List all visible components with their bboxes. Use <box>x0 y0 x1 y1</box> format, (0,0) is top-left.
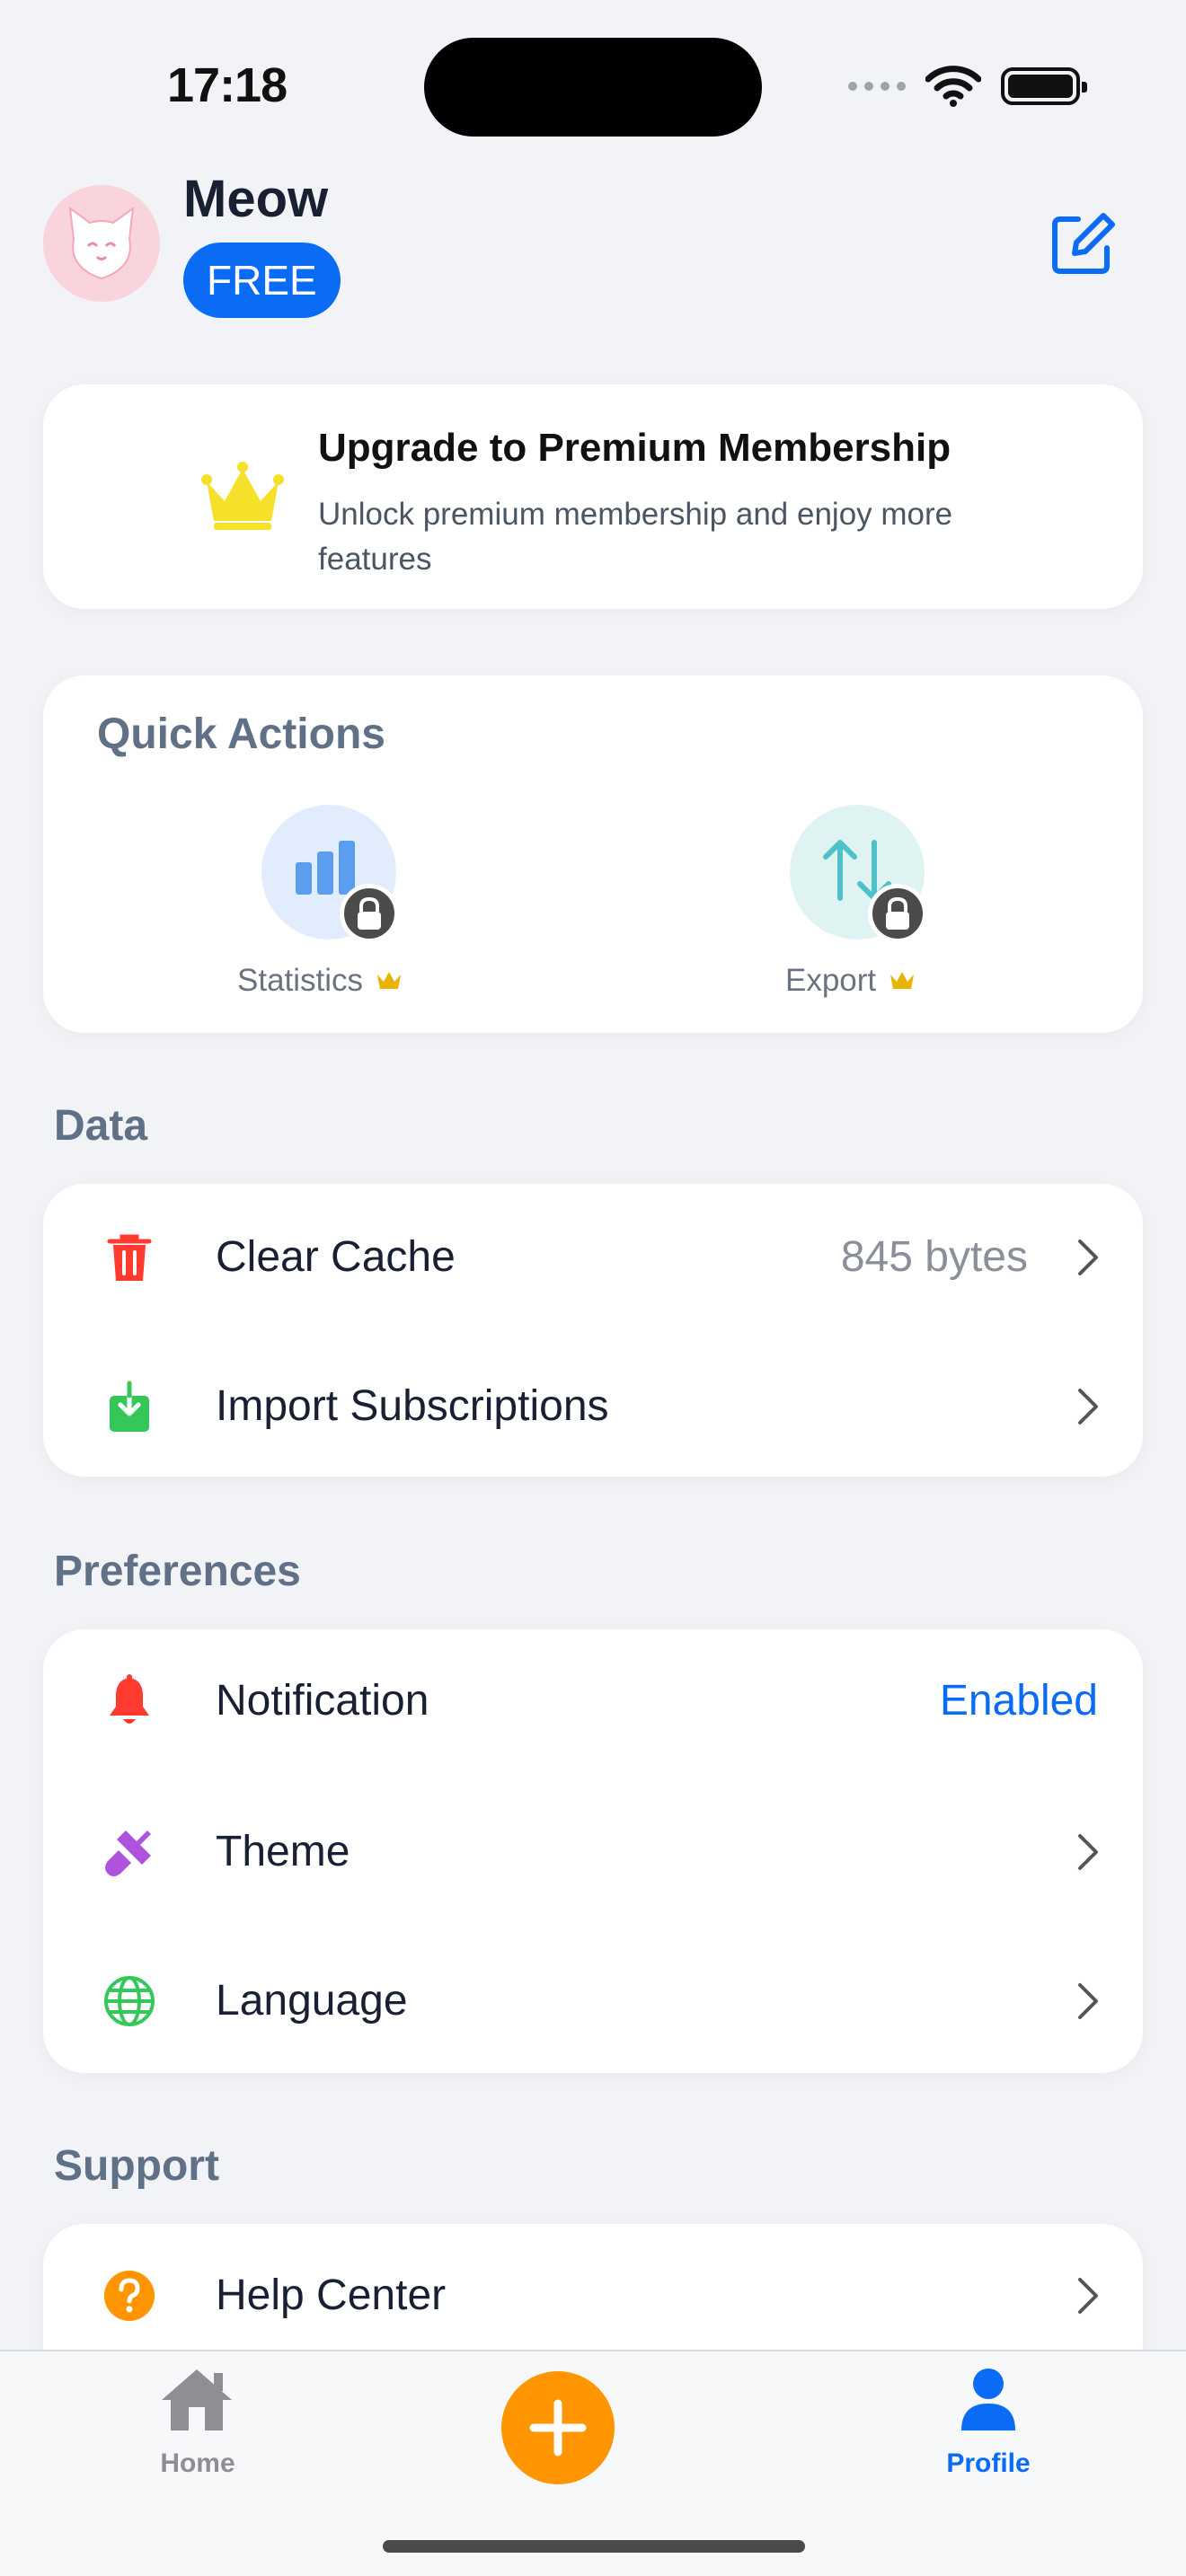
section-title-data: Data <box>54 1102 148 1150</box>
battery-icon <box>1001 67 1087 105</box>
chevron-right-icon <box>1078 1389 1098 1425</box>
crown-small-icon <box>890 972 915 989</box>
question-icon <box>104 2271 155 2321</box>
edit-icon <box>1052 213 1115 274</box>
tab-home-label: Home <box>160 2448 235 2478</box>
tab-profile-label: Profile <box>946 2448 1031 2478</box>
import-subscriptions-label: Import Subscriptions <box>216 1382 609 1430</box>
help-center-row[interactable] <box>43 2224 1143 2350</box>
avatar[interactable] <box>43 185 160 302</box>
theme-label: Theme <box>216 1828 350 1875</box>
chevron-right-icon <box>1078 1239 1098 1275</box>
crown-icon <box>201 462 284 530</box>
section-title-support: Support <box>54 2142 219 2190</box>
quick-actions-title: Quick Actions <box>97 710 385 758</box>
globe-icon <box>104 1976 155 2026</box>
chevron-right-icon <box>1078 2278 1098 2314</box>
person-icon <box>961 2369 1015 2430</box>
user-name: Meow <box>183 170 329 228</box>
home-indicator <box>383 2540 805 2553</box>
notification-label: Notification <box>216 1677 429 1725</box>
cat-avatar-icon <box>68 206 135 280</box>
wifi-icon <box>925 66 981 107</box>
export-lock-icon <box>868 884 927 943</box>
premium-title: Upgrade to Premium Membership <box>318 426 951 470</box>
import-icon <box>110 1381 149 1432</box>
chevron-right-icon <box>1078 1983 1098 2019</box>
bell-icon <box>110 1674 149 1724</box>
paintbrush-icon <box>105 1831 151 1876</box>
theme-row[interactable] <box>43 1778 1143 1928</box>
language-label: Language <box>216 1977 408 2025</box>
clear-cache-label: Clear Cache <box>216 1233 456 1281</box>
plan-badge: FREE <box>183 243 341 318</box>
trash-icon <box>107 1234 152 1281</box>
signal-icon <box>848 82 906 91</box>
status-indicators <box>848 63 1087 110</box>
cache-size-value: 845 bytes <box>840 1233 1028 1281</box>
premium-description: Unlock premium membership and enjoy more… <box>318 497 953 577</box>
section-title-preferences: Preferences <box>54 1548 301 1595</box>
dynamic-island <box>424 38 762 137</box>
plus-icon <box>529 2399 587 2457</box>
status-time: 17:18 <box>167 58 288 112</box>
chevron-right-icon <box>1078 1834 1098 1870</box>
add-button[interactable] <box>501 2371 615 2484</box>
statistics-lock-icon <box>340 884 399 943</box>
help-center-label: Help Center <box>216 2272 447 2319</box>
edit-profile-button[interactable] <box>1044 207 1120 282</box>
home-icon <box>162 2369 232 2430</box>
notification-status: Enabled <box>939 1677 1098 1725</box>
language-row[interactable] <box>43 1928 1143 2073</box>
export-label: Export <box>785 963 916 999</box>
statistics-label: Statistics <box>237 963 403 999</box>
crown-small-icon <box>377 972 402 989</box>
